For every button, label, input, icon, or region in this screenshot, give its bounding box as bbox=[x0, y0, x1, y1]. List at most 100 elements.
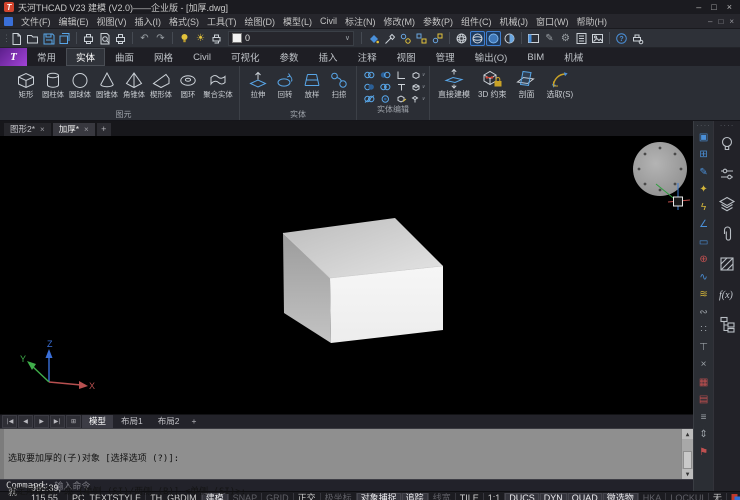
plot-config-icon[interactable] bbox=[630, 31, 645, 46]
menu-dimension[interactable]: 标注(N) bbox=[341, 15, 380, 28]
measure-tool-icon[interactable]: ∠ bbox=[697, 217, 711, 235]
solid-edit-menu-2[interactable]: ∨ bbox=[409, 81, 425, 93]
visual-style-hidden-icon[interactable] bbox=[470, 31, 485, 46]
spline-tool-icon[interactable]: ∿ bbox=[697, 269, 711, 287]
menu-help[interactable]: 帮助(H) bbox=[573, 15, 612, 28]
menu-tools[interactable]: 工具(T) bbox=[203, 15, 241, 28]
intersect-icon[interactable] bbox=[361, 81, 377, 93]
origin-tool-icon[interactable]: ⊕ bbox=[697, 252, 711, 270]
extrude-tool[interactable]: 拉伸 bbox=[244, 67, 271, 99]
save-icon[interactable] bbox=[41, 31, 56, 46]
cone-tool[interactable]: 圆锥体 bbox=[93, 67, 120, 99]
menu-components[interactable]: 组件(C) bbox=[457, 15, 496, 28]
status-grid-toggle[interactable]: GRID bbox=[261, 493, 293, 500]
ribbon-tab-mech[interactable]: 机械 bbox=[554, 48, 593, 66]
bolt-tool-icon[interactable]: ⊤ bbox=[697, 339, 711, 357]
revolve-tool[interactable]: 回转 bbox=[271, 67, 298, 99]
wedge-tool[interactable]: 楔形体 bbox=[147, 67, 174, 99]
scroll-down-icon[interactable]: ▼ bbox=[682, 469, 693, 479]
tab-layout1[interactable]: 布局1 bbox=[114, 415, 150, 428]
solid-box[interactable] bbox=[283, 218, 443, 343]
status-scale-toggle[interactable]: 1:1 bbox=[483, 493, 505, 500]
menu-mechanical[interactable]: 机械(J) bbox=[496, 15, 533, 28]
menu-insert[interactable]: 插入(I) bbox=[131, 15, 166, 28]
navigation-ball[interactable] bbox=[633, 142, 687, 196]
ribbon-tab-home[interactable]: 常用 bbox=[27, 48, 66, 66]
ribbon-tab-manage[interactable]: 管理 bbox=[426, 48, 465, 66]
sweep-tool[interactable]: 扫掠 bbox=[325, 67, 352, 99]
layer-freeze-sun-icon[interactable]: ☀ bbox=[193, 31, 208, 46]
toolbar-grip[interactable]: ⋮ bbox=[2, 34, 8, 43]
settings-pair-icon[interactable] bbox=[398, 31, 413, 46]
status-lockui-toggle[interactable]: LOCKUI bbox=[665, 493, 708, 500]
pattern-tool-icon[interactable]: ∷ bbox=[697, 322, 711, 340]
fill-bucket-icon[interactable] bbox=[366, 31, 381, 46]
ribbon-tab-annotate[interactable]: 注释 bbox=[348, 48, 387, 66]
command-panel-grip[interactable] bbox=[0, 429, 4, 479]
status-tray[interactable]: ▼ bbox=[726, 493, 740, 500]
menu-draw[interactable]: 绘图(D) bbox=[241, 15, 280, 28]
imprint-icon[interactable] bbox=[393, 93, 409, 105]
menu-model[interactable]: 模型(L) bbox=[279, 15, 316, 28]
ribbon-tab-civil[interactable]: Civil bbox=[183, 48, 221, 66]
ribbon-tab-output[interactable]: 输出(O) bbox=[465, 48, 518, 66]
ribbon-tab-visualize[interactable]: 可视化 bbox=[221, 48, 270, 66]
menu-edit[interactable]: 编辑(E) bbox=[55, 15, 93, 28]
status-polar-toggle[interactable]: 极坐标 bbox=[320, 493, 356, 500]
help-icon[interactable]: ? bbox=[614, 31, 629, 46]
layout-list-button[interactable]: ⊞ bbox=[66, 415, 81, 428]
blocks-pair-icon[interactable] bbox=[414, 31, 429, 46]
next-layout-button[interactable]: ▶ bbox=[34, 415, 49, 428]
status-cycling-toggle[interactable]: 微选物 bbox=[602, 493, 638, 500]
doc-tab-thicken-close-icon[interactable]: × bbox=[84, 125, 89, 134]
properties-panel-icon[interactable] bbox=[526, 31, 541, 46]
mdi-close-button[interactable]: × bbox=[729, 17, 734, 26]
tools-pair-icon[interactable] bbox=[430, 31, 445, 46]
match-properties-icon[interactable] bbox=[382, 31, 397, 46]
mdi-minimize-button[interactable]: – bbox=[708, 17, 712, 26]
brand-logo-icon[interactable]: T bbox=[0, 48, 27, 66]
open-folder-icon[interactable] bbox=[25, 31, 40, 46]
doc-tab-drawing2[interactable]: 图形2* × bbox=[4, 123, 51, 136]
new-file-icon[interactable] bbox=[9, 31, 24, 46]
adjust-sliders-icon[interactable] bbox=[716, 159, 738, 189]
menu-parametric[interactable]: 参数(P) bbox=[419, 15, 457, 28]
solid-edit-menu-3[interactable]: ∨ bbox=[409, 93, 425, 105]
light-bulb-icon[interactable] bbox=[716, 129, 738, 159]
shell-icon[interactable] bbox=[377, 93, 393, 105]
mdi-restore-button[interactable]: □ bbox=[718, 17, 723, 26]
layers-icon[interactable] bbox=[716, 189, 738, 219]
standards-list-icon[interactable] bbox=[574, 31, 589, 46]
spring-tool-icon[interactable]: ≋ bbox=[697, 287, 711, 305]
subtract-icon[interactable] bbox=[377, 69, 393, 81]
3d-constraint-tool[interactable]: 3D 约束 bbox=[474, 68, 510, 99]
ribbon-tab-surface[interactable]: 曲面 bbox=[105, 48, 144, 66]
wand-tool-icon[interactable]: ✦ bbox=[697, 182, 711, 200]
new-doc-tab-button[interactable]: + bbox=[97, 123, 111, 136]
menu-civil[interactable]: Civil bbox=[316, 16, 341, 26]
select-tool[interactable]: 选取(S) bbox=[542, 68, 577, 99]
structure-tree-icon[interactable] bbox=[716, 309, 738, 339]
scrollbar-thumb[interactable] bbox=[683, 451, 692, 469]
visual-style-wireframe-icon[interactable] bbox=[454, 31, 469, 46]
ribbon-tab-mesh[interactable]: 网格 bbox=[144, 48, 183, 66]
model-viewport[interactable]: Z X Y bbox=[0, 136, 693, 414]
menu-file[interactable]: 文件(F) bbox=[17, 15, 55, 28]
fillet-edge-icon[interactable] bbox=[393, 69, 409, 81]
lasso-tool-icon[interactable]: ∾ bbox=[697, 304, 711, 322]
torus-tool[interactable]: 圆环 bbox=[174, 67, 201, 99]
visual-style-realistic-icon[interactable] bbox=[502, 31, 517, 46]
flag-tool-icon[interactable]: ⚑ bbox=[697, 444, 711, 462]
save-all-icon[interactable] bbox=[57, 31, 72, 46]
sphere-tool[interactable]: 圆球体 bbox=[66, 67, 93, 99]
minimize-button[interactable]: – bbox=[696, 2, 701, 12]
layer-on-bulb-icon[interactable] bbox=[177, 31, 192, 46]
function-icon[interactable]: f(x) bbox=[716, 279, 738, 309]
viewport-tool-icon[interactable]: ▣ bbox=[697, 129, 711, 147]
ribbon-tab-bim[interactable]: BIM bbox=[517, 48, 554, 66]
chamfer-edge-icon[interactable] bbox=[393, 81, 409, 93]
layer-caret-icon[interactable]: ∨ bbox=[345, 34, 350, 42]
doc-tab-drawing2-close-icon[interactable]: × bbox=[40, 125, 45, 134]
attachment-clip-icon[interactable] bbox=[716, 219, 738, 249]
slice-icon[interactable] bbox=[361, 93, 377, 105]
